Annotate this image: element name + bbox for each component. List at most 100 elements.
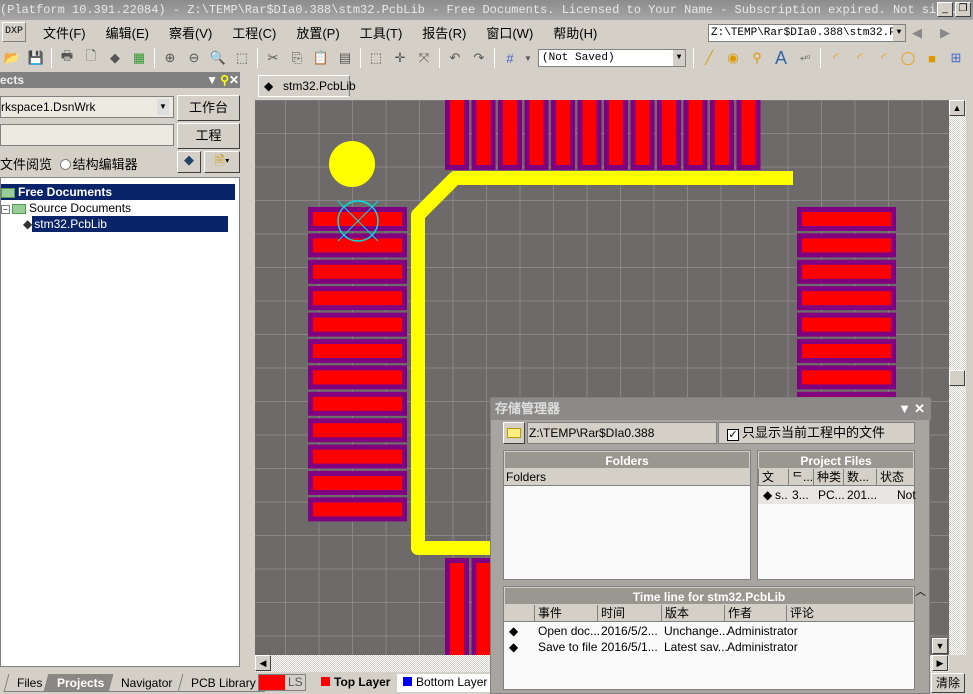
clear-button[interactable]: 清除	[931, 673, 965, 693]
copy-icon[interactable]: ⎘	[287, 48, 307, 68]
workspace-combo[interactable]: rkspace1.DsnWrk ▼	[0, 96, 174, 118]
move-icon[interactable]: ✛	[390, 48, 410, 68]
project-button[interactable]: 工程	[177, 123, 240, 149]
redo-icon[interactable]: ↷	[469, 48, 489, 68]
scroll-down-button[interactable]: ▼	[932, 638, 948, 654]
arc-center-icon[interactable]: ◜	[826, 48, 846, 68]
scroll-up-button[interactable]: ▲	[949, 100, 965, 116]
board-icon[interactable]: ▦	[129, 48, 149, 68]
undo-icon[interactable]: ↶	[445, 48, 465, 68]
menu-place[interactable]: 放置(P)	[293, 21, 342, 44]
collapse-icon[interactable]: −	[1, 205, 10, 214]
project-files-column-header[interactable]: 状态	[876, 469, 904, 485]
print-icon[interactable]: 🖶	[57, 48, 77, 68]
menu-tools[interactable]: 工具(T)	[357, 21, 406, 44]
cut-icon[interactable]: ✂	[263, 48, 283, 68]
timeline-row[interactable]: ◆ Open doc... 2016/5/2... Unchange... Admini…	[504, 623, 914, 639]
timeline-column-header[interactable]: 时间	[597, 605, 625, 621]
menu-view[interactable]: 察看(V)	[166, 21, 215, 44]
radio-file-view-label[interactable]: 文件阅览	[0, 157, 52, 172]
arc-any-icon[interactable]: ◜	[874, 48, 894, 68]
save-icon[interactable]: 💾	[26, 48, 46, 68]
menu-window[interactable]: 窗口(W)	[483, 21, 536, 44]
chevron-down-icon[interactable]: ▼	[157, 99, 169, 115]
timeline-column-header[interactable]: 版本	[661, 605, 689, 621]
pad-icon[interactable]: ◉	[723, 48, 743, 68]
menu-reports[interactable]: 报告(R)	[419, 21, 469, 44]
current-layer-indicator[interactable]: LS	[258, 674, 306, 691]
dxp-menu[interactable]: DXP	[2, 22, 26, 42]
pin-icon[interactable]: ⚲	[220, 72, 229, 88]
tree-folder-source-documents[interactable]: − Source Documents	[1, 200, 131, 216]
view-config-combo[interactable]: (Not Saved) ▼	[538, 49, 686, 67]
vertical-scrollbar[interactable]: ▲	[949, 100, 966, 655]
select-area-icon[interactable]: ⬚	[366, 48, 386, 68]
panel-menu-icon[interactable]: ▼	[898, 398, 911, 420]
paste-icon[interactable]: 📋	[311, 48, 331, 68]
menu-file[interactable]: 文件(F)	[40, 21, 89, 44]
project-files-column-header[interactable]: 文	[758, 469, 774, 485]
close-icon[interactable]: ✕	[229, 72, 239, 88]
open-icon[interactable]: 📂	[2, 48, 22, 68]
circle-icon[interactable]: ◯	[898, 48, 918, 68]
project-files-column-header[interactable]: ᄃ...	[788, 469, 813, 485]
grid-icon[interactable]: #	[500, 48, 520, 68]
chevron-down-icon[interactable]: ▼	[673, 50, 685, 66]
menu-project[interactable]: 工程(C)	[229, 21, 279, 44]
scroll-right-button[interactable]: ▶	[932, 655, 948, 671]
paste-special-icon[interactable]: ▤	[335, 48, 355, 68]
tree-file-stm32-pcblib[interactable]: ◆ stm32.PcbLib	[23, 216, 229, 232]
document-tab-stm32-pcblib[interactable]: ◆ stm32.PcbLib	[258, 75, 356, 97]
forward-icon[interactable]: ▶	[940, 25, 950, 41]
tab-projects[interactable]: Projects	[43, 674, 118, 692]
line-icon[interactable]: ╱	[699, 48, 719, 68]
back-icon[interactable]: ◀	[912, 25, 922, 41]
radio-structure-editor-label[interactable]: 结构编辑器	[73, 157, 138, 172]
project-files-column-header[interactable]: 种类	[813, 469, 841, 485]
zoom-selection-icon[interactable]: ⬚	[232, 48, 252, 68]
menu-edit[interactable]: 编辑(E)	[103, 21, 152, 44]
restore-button[interactable]: ❐	[955, 2, 971, 17]
project-field[interactable]	[0, 124, 174, 146]
project-files-column-header[interactable]: 数...	[843, 469, 869, 485]
radio-structure-editor[interactable]	[59, 159, 71, 170]
array-paste-icon[interactable]: ⊞	[946, 48, 966, 68]
panel-menu-icon[interactable]: ▼	[206, 72, 218, 88]
menu-help[interactable]: 帮助(H)	[550, 21, 600, 44]
timeline-column-header[interactable]: 作者	[724, 605, 752, 621]
zoom-in-icon[interactable]: ⊕	[160, 48, 180, 68]
tab-bottom-layer[interactable]: Bottom Layer	[397, 674, 494, 692]
close-icon[interactable]: ✕	[914, 398, 925, 420]
chevron-down-icon[interactable]: ▼	[524, 48, 532, 68]
browse-folder-button[interactable]	[503, 422, 525, 444]
arc-edge-icon[interactable]: ◜	[850, 48, 870, 68]
current-project-only-checkbox[interactable]: ✓ 只显示当前工程中的文件	[718, 422, 915, 444]
scroll-left-button[interactable]: ◀	[255, 655, 271, 671]
project-file-row[interactable]: ◆ s.. 3... PC... 201... Not	[758, 487, 916, 503]
print-preview-icon[interactable]: 🗋	[81, 48, 101, 68]
timeline-column-header[interactable]: 事件	[534, 605, 562, 621]
project-options-button[interactable]: 🗎▾	[204, 151, 240, 173]
tab-top-layer[interactable]: Top Layer	[313, 674, 398, 692]
zoom-out-icon[interactable]: ⊖	[184, 48, 204, 68]
scroll-thumb[interactable]	[949, 370, 965, 386]
tree-project-free-documents[interactable]: Free Documents	[1, 184, 235, 200]
checkbox-checked-icon[interactable]: ✓	[727, 429, 739, 441]
string-icon[interactable]: A	[771, 48, 791, 68]
timeline-row[interactable]: ◆ Save to file 2016/5/1... Latest sav... Adm…	[504, 639, 914, 655]
deselect-icon[interactable]: ⤧	[414, 48, 434, 68]
document-path-combo[interactable]: Z:\TEMP\Rar$DIa0.388\stm32.PcbI ▼	[708, 24, 906, 42]
timeline-column-header[interactable]: 评论	[786, 605, 814, 621]
folders-column-header[interactable]: Folders	[504, 469, 750, 486]
tab-navigator[interactable]: Navigator	[107, 674, 186, 692]
zoom-fit-icon[interactable]: 🔍	[208, 48, 228, 68]
minimize-button[interactable]: _	[937, 2, 953, 17]
chevron-down-icon[interactable]: ▼	[893, 25, 905, 41]
workspace-button[interactable]: 工作台	[177, 95, 240, 121]
fill-icon[interactable]: ■	[922, 48, 942, 68]
storage-path-field[interactable]: Z:\TEMP\Rar$DIa0.388	[527, 422, 717, 444]
via-icon[interactable]: ⚲	[747, 48, 767, 68]
coordinate-icon[interactable]: +¹⁰	[795, 48, 815, 68]
collapse-up-icon[interactable]: ︿	[915, 583, 926, 599]
3d-view-icon[interactable]: ◆	[105, 48, 125, 68]
